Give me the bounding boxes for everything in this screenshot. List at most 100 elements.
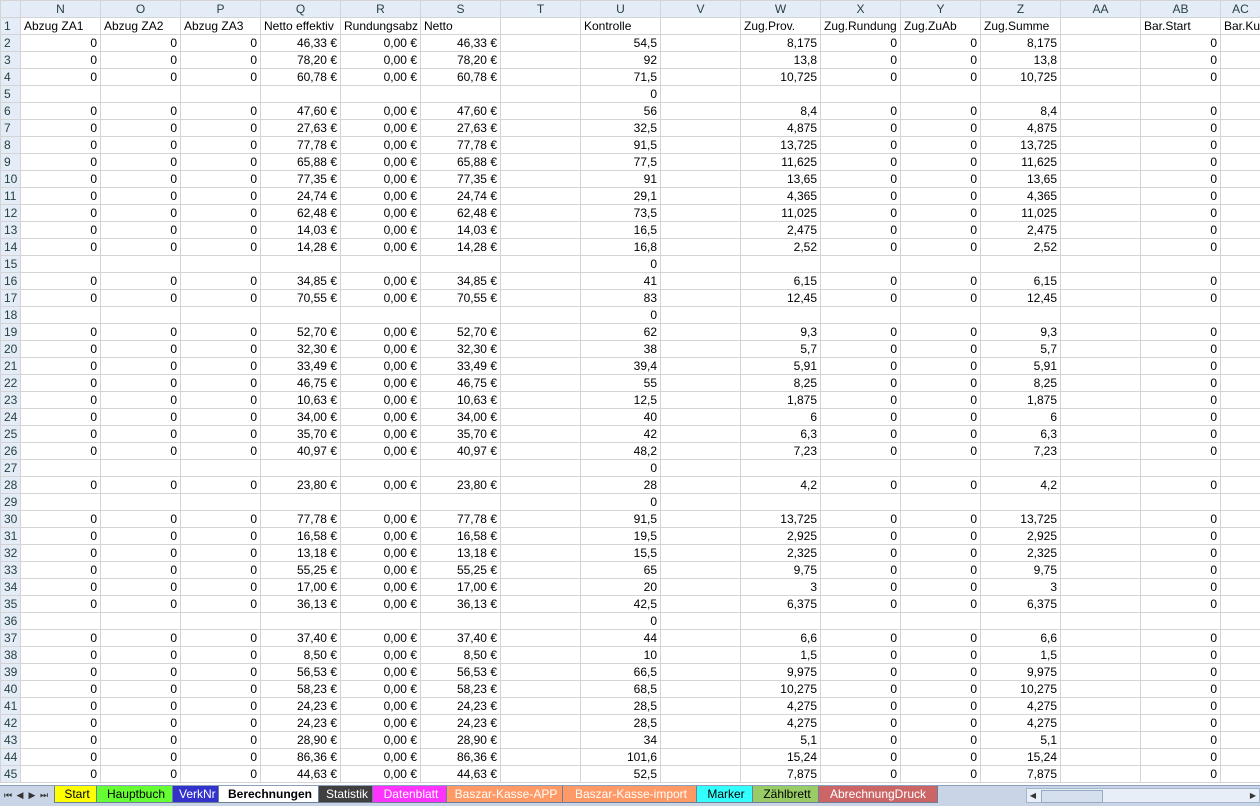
cell[interactable]: 0,00 € bbox=[341, 273, 421, 290]
cell[interactable]: 0 bbox=[901, 290, 981, 307]
cell[interactable]: 70,55 € bbox=[421, 290, 501, 307]
column-header-v[interactable]: V bbox=[661, 1, 741, 18]
cell[interactable]: 77,78 € bbox=[421, 137, 501, 154]
cell[interactable] bbox=[1221, 494, 1260, 511]
cell[interactable]: 4,875 bbox=[741, 120, 821, 137]
cell[interactable] bbox=[1221, 545, 1260, 562]
cell[interactable] bbox=[1221, 426, 1260, 443]
cell[interactable]: 13,18 € bbox=[421, 545, 501, 562]
cell[interactable]: 0 bbox=[901, 205, 981, 222]
cell[interactable] bbox=[1061, 681, 1141, 698]
cell[interactable]: 0 bbox=[101, 273, 181, 290]
row-header[interactable]: 24 bbox=[1, 409, 21, 426]
cell[interactable] bbox=[1221, 188, 1260, 205]
cell[interactable]: 2,475 bbox=[981, 222, 1061, 239]
next-sheet-icon[interactable]: ▶ bbox=[26, 789, 38, 803]
cell[interactable] bbox=[1221, 596, 1260, 613]
cell[interactable]: 77,35 € bbox=[421, 171, 501, 188]
cell[interactable]: 0 bbox=[901, 715, 981, 732]
row-header[interactable]: 32 bbox=[1, 545, 21, 562]
cell[interactable]: 5,1 bbox=[741, 732, 821, 749]
cell[interactable]: 0 bbox=[901, 426, 981, 443]
cell[interactable]: 0 bbox=[101, 528, 181, 545]
column-header-t[interactable]: T bbox=[501, 1, 581, 18]
cell-header[interactable]: Abzug ZA1 bbox=[21, 18, 101, 35]
cell[interactable]: 19,5 bbox=[581, 528, 661, 545]
cell[interactable]: 0 bbox=[1141, 647, 1221, 664]
cell[interactable]: 10,725 bbox=[981, 69, 1061, 86]
cell[interactable]: 0,00 € bbox=[341, 545, 421, 562]
cell[interactable]: 77,78 € bbox=[261, 137, 341, 154]
cell[interactable] bbox=[1061, 222, 1141, 239]
row-header[interactable]: 22 bbox=[1, 375, 21, 392]
cell[interactable]: 62 bbox=[581, 324, 661, 341]
cell[interactable] bbox=[901, 86, 981, 103]
cell[interactable]: 17,00 € bbox=[261, 579, 341, 596]
cell[interactable]: 52,5 bbox=[581, 766, 661, 783]
cell[interactable]: 0 bbox=[181, 120, 261, 137]
cell[interactable]: 9,3 bbox=[981, 324, 1061, 341]
cell[interactable]: 0 bbox=[581, 256, 661, 273]
cell[interactable]: 0 bbox=[181, 103, 261, 120]
cell[interactable]: 37,40 € bbox=[261, 630, 341, 647]
cell[interactable]: 7,23 bbox=[981, 443, 1061, 460]
cell[interactable] bbox=[501, 596, 581, 613]
cell[interactable] bbox=[661, 273, 741, 290]
cell[interactable] bbox=[501, 52, 581, 69]
cell[interactable] bbox=[981, 86, 1061, 103]
cell[interactable]: 0 bbox=[21, 579, 101, 596]
sheet-tab[interactable]: Marker bbox=[696, 786, 756, 803]
cell[interactable] bbox=[501, 273, 581, 290]
cell[interactable] bbox=[1061, 630, 1141, 647]
cell[interactable]: 0 bbox=[1141, 443, 1221, 460]
row-header[interactable]: 23 bbox=[1, 392, 21, 409]
cell[interactable]: 0,00 € bbox=[341, 154, 421, 171]
cell-header[interactable]: Netto bbox=[421, 18, 501, 35]
cell[interactable] bbox=[661, 307, 741, 324]
cell[interactable] bbox=[981, 460, 1061, 477]
cell[interactable]: 0,00 € bbox=[341, 749, 421, 766]
cell[interactable] bbox=[1061, 307, 1141, 324]
cell[interactable] bbox=[261, 494, 341, 511]
cell[interactable] bbox=[501, 154, 581, 171]
cell[interactable] bbox=[1221, 562, 1260, 579]
cell[interactable]: 24,23 € bbox=[421, 698, 501, 715]
cell[interactable]: 24,23 € bbox=[261, 698, 341, 715]
cell[interactable]: 0 bbox=[21, 290, 101, 307]
cell[interactable]: 0 bbox=[101, 103, 181, 120]
cell[interactable]: 0 bbox=[21, 545, 101, 562]
cell[interactable]: 0 bbox=[901, 341, 981, 358]
cell[interactable]: 0 bbox=[901, 324, 981, 341]
cell[interactable] bbox=[1061, 715, 1141, 732]
cell[interactable] bbox=[1061, 460, 1141, 477]
cell[interactable] bbox=[901, 613, 981, 630]
cell[interactable]: 39,4 bbox=[581, 358, 661, 375]
cell[interactable]: 0 bbox=[181, 426, 261, 443]
cell[interactable] bbox=[21, 256, 101, 273]
cell[interactable]: 0 bbox=[901, 239, 981, 256]
cell[interactable] bbox=[1061, 256, 1141, 273]
cell[interactable]: 60,78 € bbox=[421, 69, 501, 86]
cell-header[interactable]: Zug.Rundung bbox=[821, 18, 901, 35]
cell[interactable] bbox=[501, 103, 581, 120]
cell[interactable] bbox=[101, 460, 181, 477]
cell[interactable]: 0 bbox=[1141, 120, 1221, 137]
cell[interactable]: 24,74 € bbox=[421, 188, 501, 205]
cell[interactable]: 0 bbox=[581, 460, 661, 477]
cell[interactable]: 0 bbox=[1141, 52, 1221, 69]
cell[interactable]: 0 bbox=[1141, 324, 1221, 341]
cell[interactable] bbox=[661, 205, 741, 222]
cell[interactable]: 0 bbox=[181, 579, 261, 596]
cell[interactable]: 0 bbox=[821, 392, 901, 409]
cell[interactable]: 0 bbox=[821, 579, 901, 596]
cell[interactable]: 15,24 bbox=[741, 749, 821, 766]
cell[interactable]: 11,025 bbox=[741, 205, 821, 222]
cell[interactable]: 13,8 bbox=[741, 52, 821, 69]
cell[interactable]: 0 bbox=[901, 545, 981, 562]
cell[interactable]: 0 bbox=[101, 409, 181, 426]
cell[interactable] bbox=[501, 681, 581, 698]
cell[interactable]: 0 bbox=[821, 205, 901, 222]
cell[interactable]: 0 bbox=[181, 171, 261, 188]
cell[interactable] bbox=[661, 358, 741, 375]
cell[interactable] bbox=[501, 188, 581, 205]
